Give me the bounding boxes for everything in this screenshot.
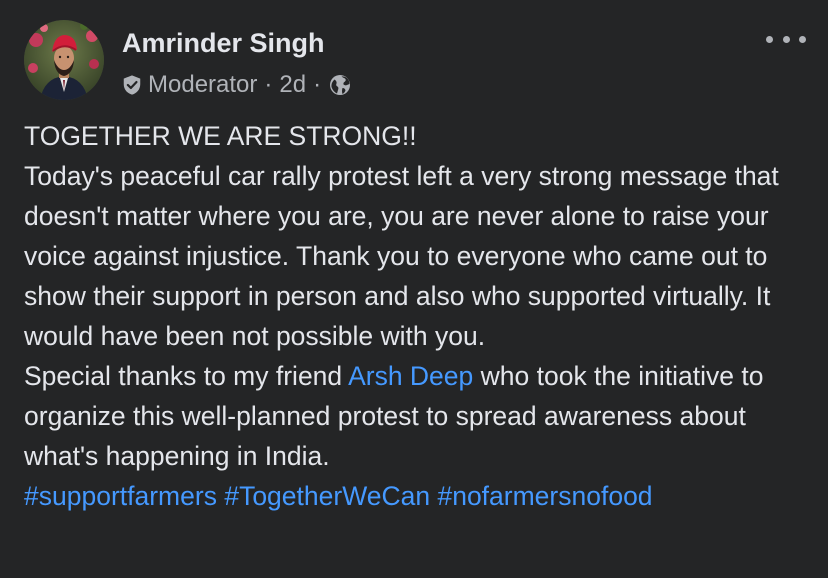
author-name[interactable]: Amrinder Singh [122, 28, 325, 59]
post-timestamp[interactable]: 2d [279, 71, 306, 99]
thanks-prefix: Special thanks to my friend [24, 361, 349, 391]
post-body: TOGETHER WE ARE STRONG!! Today's peacefu… [24, 116, 804, 516]
hashtags: #supportfarmers #TogetherWeCan #nofarmer… [24, 476, 804, 516]
author-role[interactable]: Moderator [148, 71, 257, 99]
author-avatar[interactable] [24, 20, 104, 100]
meta-separator: · [313, 71, 322, 98]
meta-separator: · [264, 71, 273, 98]
post-headline: TOGETHER WE ARE STRONG!! [24, 121, 417, 151]
post-meta: Moderator · 2d · [121, 70, 352, 100]
more-options-button[interactable] [766, 26, 806, 52]
shield-check-icon [121, 74, 143, 96]
more-horizontal-icon [799, 35, 806, 43]
post-paragraph: Today's peaceful car rally protest left … [24, 161, 779, 351]
hashtag-link[interactable]: #TogetherWeCan [224, 481, 430, 511]
avatar-photo [24, 20, 104, 100]
hashtag-link[interactable]: #supportfarmers [24, 481, 217, 511]
mention-link[interactable]: Arsh Deep [348, 361, 473, 391]
more-horizontal-icon [782, 35, 790, 43]
hashtag-link[interactable]: #nofarmersnofood [437, 481, 652, 511]
globe-icon[interactable] [328, 73, 352, 97]
post-thanks: Special thanks to my friend Arsh Deep wh… [24, 356, 804, 476]
post-card: Amrinder Singh Moderator · 2d · TOGETHER… [0, 0, 828, 578]
more-horizontal-icon [766, 35, 773, 43]
